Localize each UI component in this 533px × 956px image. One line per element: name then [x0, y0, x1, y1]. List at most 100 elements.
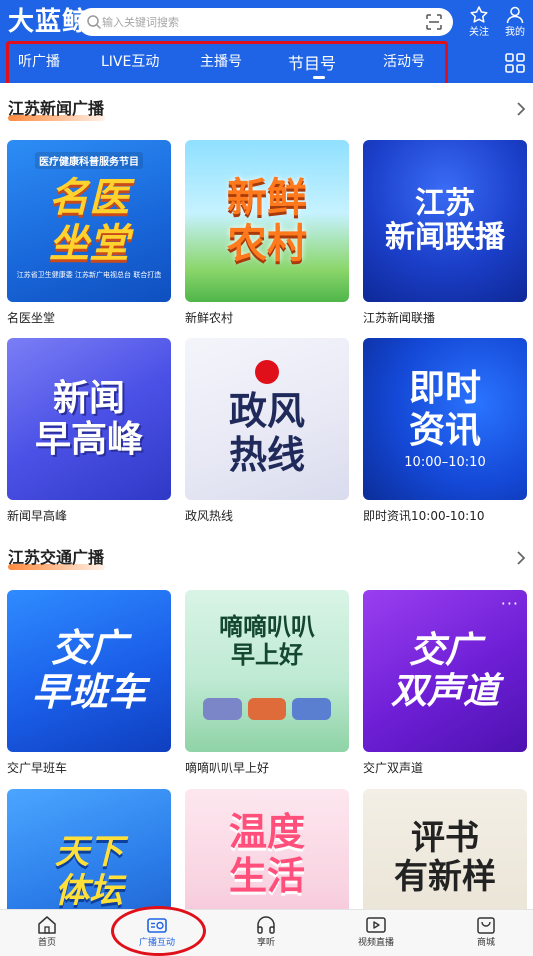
section-title: 江苏新闻广播 [8, 99, 105, 118]
nav-label: 享听 [256, 938, 275, 948]
cover-text-line2: 新闻联播 [385, 220, 505, 255]
program-cover: 交广 双声道 ··· [363, 590, 527, 752]
channel-tabs: 听广播 LIVE互动 主播号 节目号 活动号 [8, 41, 448, 83]
program-card[interactable]: 评书 有新样 [363, 789, 527, 909]
program-cover: 新闻 早高峰 [7, 338, 171, 500]
nav-label: 商城 [476, 938, 495, 948]
tab-live-interaction[interactable]: LIVE互动 [101, 51, 159, 71]
program-card[interactable]: 交广 早班车 交广早班车 [7, 590, 171, 776]
cover-text-line2: 坐堂 [49, 221, 129, 267]
home-icon [38, 916, 56, 934]
program-title: 嘀嘀叭叭早上好 [185, 761, 270, 775]
radio-icon [147, 918, 167, 933]
follow-label: 关注 [469, 27, 489, 38]
cover-text-line2: 双声道 [390, 671, 499, 712]
cover-text-line2: 早班车 [31, 670, 146, 714]
section-title: 江苏交通广播 [8, 548, 105, 567]
program-card[interactable]: 医疗健康科普服务节目 名医 坐堂 江苏省卫生健康委 江苏新广电视总台 联合打造 … [7, 140, 171, 326]
program-title: 新闻早高峰 [7, 509, 68, 523]
cover-text-line2: 热线 [228, 433, 305, 477]
cover-text-line1: 评书 [411, 818, 479, 858]
tab-activity[interactable]: 活动号 [383, 51, 425, 71]
program-title: 政风热线 [185, 509, 234, 523]
tab-program[interactable]: 节目号 [288, 50, 336, 74]
program-card[interactable]: 政风 热线 政风热线 [185, 338, 349, 524]
program-card[interactable]: 新鲜 农村 新鲜农村 [185, 140, 349, 326]
section-header-traffic[interactable]: 江苏交通广播 [8, 547, 528, 571]
grid-menu-icon[interactable] [504, 52, 526, 74]
tab-anchor[interactable]: 主播号 [200, 51, 242, 71]
tab-listen-broadcast[interactable]: 听广播 [18, 51, 60, 71]
nav-label: 首页 [37, 938, 56, 948]
cover-time: 10:00–10:10 [404, 454, 486, 470]
nav-shop[interactable]: 商城 [456, 914, 516, 949]
cover-footnote: 江苏省卫生健康委 江苏新广电视总台 联合打造 [16, 271, 162, 279]
program-cover: 医疗健康科普服务节目 名医 坐堂 江苏省卫生健康委 江苏新广电视总台 联合打造 [7, 140, 171, 302]
cover-text-line1: 江苏 [415, 185, 475, 221]
nav-broadcast[interactable]: 广播互动 [127, 914, 187, 949]
program-card[interactable]: 新闻 早高峰 新闻早高峰 [7, 338, 171, 524]
program-title: 即时资讯10:00-10:10 [363, 509, 485, 523]
cover-tagline: 医疗健康科普服务节目 [35, 152, 143, 169]
chevron-right-icon[interactable] [514, 101, 528, 117]
cover-text-line1: 交广 [408, 629, 481, 671]
shop-icon [477, 917, 495, 934]
cover-text-line1: 温度 [228, 810, 305, 854]
search-input[interactable] [102, 12, 402, 32]
cover-text-line1: 嘀嘀叭叭 [219, 613, 315, 641]
cover-text-line1: 天下 [55, 832, 123, 872]
program-cover: 交广 早班车 [7, 590, 171, 752]
program-cover: 政风 热线 [185, 338, 349, 500]
program-card[interactable]: 温度 生活 [185, 789, 349, 909]
car-illustration [203, 698, 332, 720]
search-bar[interactable] [78, 8, 453, 36]
nav-label: 视频直播 [357, 938, 394, 948]
program-card[interactable]: 嘀嘀叭叭 早上好 嘀嘀叭叭早上好 [185, 590, 349, 776]
cover-text-line1: 新闻 [52, 377, 125, 419]
program-title: 名医坐堂 [7, 311, 56, 325]
cover-text-line2: 资讯 [408, 409, 481, 451]
logo-icon [255, 360, 279, 385]
cover-text-line2: 早高峰 [34, 419, 143, 460]
program-cover: 评书 有新样 [363, 789, 527, 909]
cover-text-line2: 早上好 [231, 640, 303, 669]
cover-text-line1: 即时 [408, 368, 481, 410]
user-icon [506, 6, 524, 24]
scan-icon[interactable] [425, 13, 443, 31]
nav-video-live[interactable]: 视频直播 [346, 914, 406, 949]
nav-listen[interactable]: 享听 [236, 914, 296, 949]
program-card[interactable]: 即时 资讯 10:00–10:10 即时资讯10:00-10:10 [363, 338, 527, 524]
nav-home[interactable]: 首页 [17, 914, 77, 949]
bottom-navigation: 首页 广播互动 享听 视频直播 商城 [0, 909, 533, 956]
headphones-icon [257, 916, 275, 934]
mine-label: 我的 [505, 27, 525, 38]
more-icon[interactable]: ··· [501, 594, 519, 613]
cover-text-line2: 农村 [227, 221, 307, 267]
app-root: 大蓝鲸 关注 我的 听广播 [0, 0, 533, 956]
program-feed[interactable]: 江苏新闻广播 医疗健康科普服务节目 名医 坐堂 江苏省卫生健康委 江苏新广电视总… [0, 83, 533, 909]
program-cover: 即时 资讯 10:00–10:10 [363, 338, 527, 500]
cover-text-line2: 体坛 [55, 871, 123, 909]
cover-text-line2: 生活 [228, 853, 305, 898]
active-tab-indicator [313, 76, 325, 79]
top-bar: 大蓝鲸 关注 我的 听广播 [0, 0, 533, 83]
program-title: 交广早班车 [7, 761, 68, 775]
program-card[interactable]: 天下 体坛 [7, 789, 171, 909]
mine-button[interactable]: 我的 [495, 5, 533, 39]
section-header-news[interactable]: 江苏新闻广播 [8, 98, 528, 122]
follow-button[interactable]: 关注 [459, 5, 499, 39]
program-card[interactable]: 江苏 新闻联播 江苏新闻联播 [363, 140, 527, 326]
program-title: 新鲜农村 [185, 311, 234, 325]
program-cover: 新鲜 农村 [185, 140, 349, 302]
video-icon [366, 917, 386, 933]
program-card[interactable]: 交广 双声道 ··· 交广双声道 [363, 590, 527, 776]
app-logo: 大蓝鲸 [8, 7, 90, 37]
chevron-right-icon[interactable] [514, 550, 528, 566]
cover-text-line1: 新鲜 [227, 175, 307, 221]
program-cover: 嘀嘀叭叭 早上好 [185, 590, 349, 752]
nav-label: 广播互动 [138, 938, 175, 948]
cover-text-line1: 政风 [228, 389, 305, 434]
program-title: 交广双声道 [363, 761, 424, 775]
cover-text-line1: 名医 [49, 175, 129, 221]
program-cover: 天下 体坛 [7, 789, 171, 909]
